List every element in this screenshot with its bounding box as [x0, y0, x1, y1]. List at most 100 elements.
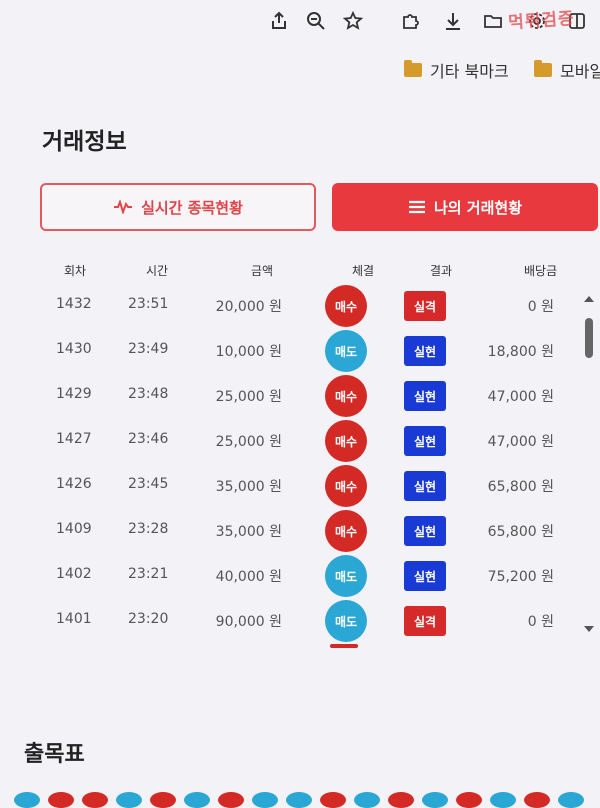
- header-result: 결과: [430, 264, 453, 278]
- result-dot: [320, 792, 346, 808]
- bookmark-label: 기타 북마크: [430, 62, 509, 81]
- time-cell: 23:48: [128, 386, 169, 402]
- round-cell: 1430: [56, 341, 92, 357]
- table-header: 회차 시간 금액 체결 결과 배당금: [0, 262, 600, 280]
- share-icon[interactable]: [266, 8, 292, 34]
- result-dot: [82, 792, 108, 808]
- table-row: 1402 23:21 40,000 원 매도 실현 75,200 원: [0, 552, 580, 598]
- amount-cell: 20,000 원: [215, 299, 282, 315]
- download-icon[interactable]: [440, 8, 466, 34]
- result-badge: 실격: [404, 291, 446, 321]
- live-status-button[interactable]: 실시간 종목현황: [40, 183, 316, 231]
- table-row: 1432 23:51 20,000 원 매수 실격 0 원: [0, 282, 580, 328]
- dividend-cell: 47,000 원: [487, 389, 554, 405]
- dividend-cell: 0 원: [527, 614, 554, 630]
- amount-cell: 35,000 원: [215, 524, 282, 540]
- execution-badge: 매수: [325, 285, 367, 327]
- live-status-label: 실시간 종목현황: [141, 198, 243, 217]
- extension-icon[interactable]: [397, 8, 423, 34]
- execution-badge: 매수: [325, 420, 367, 462]
- result-dot: [354, 792, 380, 808]
- result-dot: [14, 792, 40, 808]
- result-badge: 실현: [404, 561, 446, 591]
- result-dot: [150, 792, 176, 808]
- result-badge: 실현: [404, 336, 446, 366]
- result-dot: [252, 792, 278, 808]
- round-cell: 1409: [56, 521, 92, 537]
- section-title-chart: 출목표: [24, 742, 85, 767]
- result-dot: [422, 792, 448, 808]
- execution-badge: 매수: [325, 465, 367, 507]
- header-time: 시간: [146, 264, 169, 278]
- execution-badge: 매수: [325, 375, 367, 417]
- folder-icon[interactable]: [480, 8, 506, 34]
- watermark-logo: 먹튀검증: [507, 8, 576, 34]
- header-round: 회차: [64, 264, 87, 278]
- result-dot: [490, 792, 516, 808]
- header-dividend: 배당금: [524, 264, 558, 278]
- amount-cell: 25,000 원: [215, 389, 282, 405]
- pulse-icon: [114, 200, 133, 214]
- result-dots-row: [0, 792, 600, 808]
- browser-toolbar: 먹튀검증: [0, 0, 600, 48]
- result-dot: [558, 792, 584, 808]
- result-dot: [184, 792, 210, 808]
- folder-icon: [534, 60, 552, 77]
- favorite-icon[interactable]: [340, 8, 366, 34]
- trade-list: 1432 23:51 20,000 원 매수 실격 0 원 1430 23:49…: [0, 282, 580, 644]
- scroll-up-arrow-icon[interactable]: [584, 296, 594, 302]
- scroll-down-arrow-icon[interactable]: [584, 626, 594, 632]
- bookmark-folder-mobile[interactable]: 모바일: [534, 58, 600, 82]
- page-title: 거래정보: [42, 129, 127, 155]
- dividend-cell: 47,000 원: [487, 434, 554, 450]
- result-dot: [48, 792, 74, 808]
- bookmark-label: 모바일: [560, 62, 600, 81]
- result-dot: [116, 792, 142, 808]
- table-row: 1429 23:48 25,000 원 매수 실현 47,000 원: [0, 372, 580, 418]
- time-cell: 23:20: [128, 611, 169, 627]
- table-row: 1426 23:45 35,000 원 매수 실현 65,800 원: [0, 462, 580, 508]
- time-cell: 23:28: [128, 521, 169, 537]
- amount-cell: 90,000 원: [215, 614, 282, 630]
- dividend-cell: 65,800 원: [487, 524, 554, 540]
- round-cell: 1401: [56, 611, 92, 627]
- table-row: 1430 23:49 10,000 원 매도 실현 18,800 원: [0, 327, 580, 373]
- result-badge: 실현: [404, 381, 446, 411]
- execution-badge: 매도: [325, 555, 367, 597]
- time-cell: 23:45: [128, 476, 169, 492]
- zoom-icon[interactable]: [303, 8, 329, 34]
- table-row: 1427 23:46 25,000 원 매수 실현 47,000 원: [0, 417, 580, 463]
- next-row-badge-peek: [330, 644, 358, 648]
- round-cell: 1432: [56, 296, 92, 312]
- round-cell: 1402: [56, 566, 92, 582]
- result-dot: [286, 792, 312, 808]
- result-badge: 실현: [404, 516, 446, 546]
- execution-badge: 매수: [325, 510, 367, 552]
- bookmark-folder-other[interactable]: 기타 북마크: [404, 58, 509, 82]
- list-icon: [408, 200, 425, 214]
- dividend-cell: 18,800 원: [487, 344, 554, 360]
- table-row: 1409 23:28 35,000 원 매수 실현 65,800 원: [0, 507, 580, 553]
- result-dot: [218, 792, 244, 808]
- header-amount: 금액: [251, 264, 274, 278]
- my-trades-label: 나의 거래현황: [433, 198, 523, 217]
- dividend-cell: 65,800 원: [487, 479, 554, 495]
- folder-icon: [404, 60, 422, 77]
- result-dot: [388, 792, 414, 808]
- dividend-cell: 0 원: [527, 299, 554, 315]
- amount-cell: 40,000 원: [215, 569, 282, 585]
- amount-cell: 35,000 원: [215, 479, 282, 495]
- result-badge: 실격: [404, 606, 446, 636]
- time-cell: 23:51: [128, 296, 169, 312]
- bookmarks-bar: 기타 북마크 모바일: [0, 56, 600, 88]
- trade-list-scrollbar[interactable]: [582, 296, 596, 632]
- time-cell: 23:46: [128, 431, 169, 447]
- time-cell: 23:49: [128, 341, 169, 357]
- header-execution: 체결: [352, 264, 375, 278]
- scrollbar-thumb[interactable]: [585, 318, 593, 358]
- amount-cell: 25,000 원: [215, 434, 282, 450]
- my-trades-button[interactable]: 나의 거래현황: [332, 183, 598, 231]
- round-cell: 1426: [56, 476, 92, 492]
- result-badge: 실현: [404, 471, 446, 501]
- amount-cell: 10,000 원: [215, 344, 282, 360]
